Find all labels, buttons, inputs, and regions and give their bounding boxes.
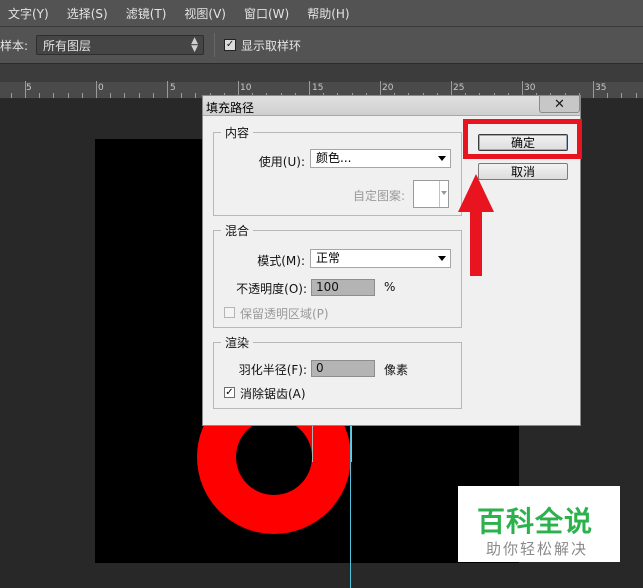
pattern-label: 自定图案: bbox=[352, 189, 405, 203]
watermark-subtitle: 助你轻松解决 bbox=[486, 540, 589, 558]
ruler-tick bbox=[139, 93, 140, 98]
menu-filter[interactable]: 滤镜(T) bbox=[126, 5, 167, 22]
ruler-tick bbox=[167, 81, 168, 98]
ruler-tick bbox=[636, 93, 637, 98]
feather-input[interactable]: 0 bbox=[311, 360, 375, 377]
ring-hole bbox=[236, 419, 312, 495]
ruler-label: 20 bbox=[382, 83, 394, 93]
antialias-checkbox[interactable]: ✓ bbox=[224, 387, 235, 398]
feather-label: 羽化半径(F): bbox=[238, 363, 307, 377]
toolbar-divider bbox=[214, 33, 216, 57]
preserve-transparency-label: 保留透明区域(P) bbox=[240, 307, 329, 321]
ruler-tick bbox=[124, 93, 125, 98]
ruler-tick bbox=[153, 93, 154, 98]
ruler-label: 5 bbox=[26, 83, 32, 93]
pattern-picker bbox=[413, 180, 449, 208]
opacity-unit: % bbox=[384, 280, 396, 294]
menu-view[interactable]: 视图(V) bbox=[184, 5, 226, 22]
ruler-tick bbox=[68, 93, 69, 98]
ruler-tick bbox=[25, 81, 26, 98]
ruler-label: 25 bbox=[453, 83, 465, 93]
pattern-dropdown bbox=[439, 181, 448, 207]
feather-unit: 像素 bbox=[384, 363, 409, 377]
opacity-input[interactable]: 100 bbox=[311, 279, 375, 296]
close-icon: ✕ bbox=[554, 96, 565, 112]
ruler-tick bbox=[39, 93, 40, 98]
dialog-title: 填充路径 bbox=[206, 101, 255, 115]
menu-help[interactable]: 帮助(H) bbox=[307, 5, 349, 22]
show-ring-checkbox[interactable]: ✓ bbox=[224, 39, 237, 51]
menu-window[interactable]: 窗口(W) bbox=[244, 5, 289, 22]
antialias-label: 消除锯齿(A) bbox=[240, 387, 306, 401]
mode-select[interactable]: 正常 bbox=[310, 249, 451, 268]
dropdown-arrow-icon bbox=[438, 156, 446, 161]
use-select-value: 颜色... bbox=[316, 151, 352, 165]
render-legend: 渲染 bbox=[225, 336, 250, 350]
sample-select-value: 所有图层 bbox=[43, 38, 92, 53]
use-select[interactable]: 颜色... bbox=[310, 149, 451, 168]
blend-legend: 混合 bbox=[225, 224, 250, 238]
menu-select[interactable]: 选择(S) bbox=[67, 5, 108, 22]
sample-select[interactable]: 所有图层 ▲ ▼ bbox=[36, 35, 205, 55]
mode-label: 模式(M): bbox=[257, 254, 305, 268]
dropdown-arrow-icon bbox=[438, 256, 446, 261]
highlight-box bbox=[463, 119, 582, 159]
ruler-tick bbox=[53, 93, 54, 98]
use-label: 使用(U): bbox=[258, 155, 305, 169]
content-legend: 内容 bbox=[225, 126, 250, 140]
sample-label: 样本: bbox=[0, 38, 29, 53]
watermark-logo: 百科全说 助你轻松解决 bbox=[458, 486, 620, 562]
ruler-label: 10 bbox=[240, 83, 252, 93]
dialog-titlebar[interactable]: 填充路径 ✕ bbox=[203, 96, 580, 116]
ruler-label: 0 bbox=[98, 83, 104, 93]
path-outline bbox=[312, 424, 352, 462]
dropdown-arrow-icon bbox=[441, 191, 447, 195]
menu-type[interactable]: 文字(Y) bbox=[8, 5, 49, 22]
options-bar: 样本: 所有图层 ▲ ▼ ✓ 显示取样环 bbox=[0, 27, 643, 64]
ruler-tick bbox=[593, 81, 594, 98]
ruler-tick bbox=[607, 93, 608, 98]
document-tab-strip bbox=[0, 64, 643, 82]
ruler-tick bbox=[96, 81, 97, 98]
opacity-label: 不透明度(O): bbox=[236, 282, 307, 296]
mode-select-value: 正常 bbox=[316, 251, 341, 265]
ruler-label: 30 bbox=[524, 83, 536, 93]
ruler-tick bbox=[82, 93, 83, 98]
ruler-label: 15 bbox=[312, 83, 324, 93]
up-down-arrow-icon: ▲ ▼ bbox=[191, 36, 199, 54]
watermark-title: 百科全说 bbox=[477, 505, 594, 538]
show-ring-label: 显示取样环 bbox=[241, 38, 302, 53]
ruler-label: 35 bbox=[595, 83, 607, 93]
ruler-tick bbox=[181, 93, 182, 98]
ruler-label: 5 bbox=[170, 83, 176, 93]
ruler-tick bbox=[195, 93, 196, 98]
ruler-tick bbox=[110, 93, 111, 98]
close-button[interactable]: ✕ bbox=[539, 96, 580, 113]
ruler-tick bbox=[11, 93, 12, 98]
up-arrow-icon bbox=[458, 174, 494, 276]
preserve-transparency-checkbox bbox=[224, 307, 235, 318]
guide-line[interactable] bbox=[350, 424, 351, 588]
ruler-tick bbox=[621, 93, 622, 98]
menu-bar: 文字(Y) 选择(S) 滤镜(T) 视图(V) 窗口(W) 帮助(H) bbox=[0, 0, 643, 27]
